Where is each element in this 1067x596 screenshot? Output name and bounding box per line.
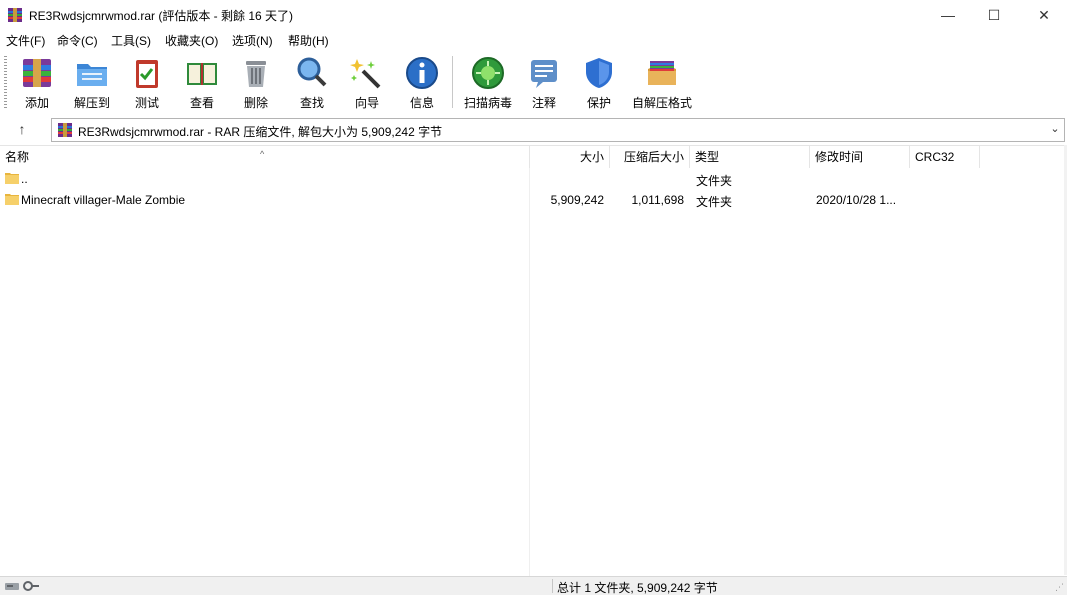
test-label: 测试 [134,96,159,110]
add-button[interactable]: 添加 [15,53,59,111]
virus-scan-icon [472,57,504,89]
item-modified: 2020/10/28 1... [816,193,897,207]
chevron-down-icon[interactable]: ⌄ [1048,122,1062,138]
delete-button[interactable]: 删除 [234,53,278,111]
sfx-label: 自解压格式 [631,96,692,110]
list-item[interactable]: .. 文件夹 [0,169,1064,190]
toolbar-grip [4,56,7,108]
folder-icon [5,173,19,184]
extract-folder-icon [77,64,107,86]
item-packed: 1,011,698 [631,193,685,207]
comment-icon [531,60,557,88]
column-modified[interactable]: 修改时间 [810,146,910,168]
comment-label: 注释 [531,96,556,110]
sort-up-icon: ^ [260,149,265,159]
status-bar: 总计 1 文件夹, 5,909,242 字节 ⋰ [0,576,1067,595]
item-name: Minecraft villager-Male Zombie [21,193,186,207]
shield-icon [586,58,612,88]
view-book-icon [187,63,217,85]
path-field[interactable]: RE3Rwdsjcmrwmod.rar - RAR 压缩文件, 解包大小为 5,… [51,118,1065,142]
column-crc[interactable]: CRC32 [910,146,980,168]
test-clipboard-icon [136,60,158,88]
file-list: 名称 ^ 大小 压缩后大小 类型 修改时间 CRC32 .. 文件夹 Minec… [0,145,1064,576]
resize-grip-icon[interactable]: ⋰ [1055,582,1064,593]
status-summary: 总计 1 文件夹, 5,909,242 字节 [557,581,718,595]
maximize-button[interactable]: ☐ [971,0,1017,30]
winrar-icon [8,8,22,22]
menu-help[interactable]: 帮助(H) [288,32,329,49]
magnifier-icon [297,57,327,87]
scan-virus-button[interactable]: 扫描病毒 [460,53,516,111]
trash-icon [246,61,266,87]
extract-to-label: 解压到 [73,96,110,110]
window-title: RE3Rwdsjcmrwmod.rar (評估版本 - 剩餘 16 天了) [29,9,294,23]
view-label: 查看 [189,96,214,110]
find-label: 查找 [299,96,324,110]
menu-tools[interactable]: 工具(S) [111,32,151,49]
column-size[interactable]: 大小 [530,146,610,168]
info-label: 信息 [409,96,434,110]
find-button[interactable]: 查找 [290,53,334,111]
protect-label: 保护 [586,96,611,110]
add-label: 添加 [24,96,49,110]
title-bar: RE3Rwdsjcmrwmod.rar (評估版本 - 剩餘 16 天了) — … [0,0,1067,30]
column-name[interactable]: 名称 ^ [0,146,530,168]
info-icon [406,57,438,89]
magic-wand-icon [350,59,381,89]
extract-to-button[interactable]: 解压到 [68,53,116,111]
comment-button[interactable]: 注释 [522,53,566,111]
add-archive-icon [23,59,51,87]
close-button[interactable]: ✕ [1021,0,1067,30]
delete-label: 删除 [243,96,268,110]
column-packed[interactable]: 压缩后大小 [610,146,690,168]
status-divider [552,579,553,593]
sfx-archive-icon [648,61,676,85]
item-size: 5,909,242 [550,193,604,207]
menu-options[interactable]: 选项(N) [232,32,273,49]
view-button[interactable]: 查看 [178,53,226,111]
column-divider [529,168,530,576]
folder-icon [5,194,19,205]
protect-button[interactable]: 保护 [577,53,621,111]
menu-favorites[interactable]: 收藏夹(O) [165,32,218,49]
path-text: RE3Rwdsjcmrwmod.rar - RAR 压缩文件, 解包大小为 5,… [78,125,443,139]
toolbar-separator [452,56,456,108]
sfx-button[interactable]: 自解压格式 [628,53,696,111]
info-button[interactable]: 信息 [400,53,444,111]
menu-commands[interactable]: 命令(C) [57,32,98,49]
wizard-button[interactable]: 向导 [345,53,389,111]
test-button[interactable]: 测试 [125,53,169,111]
up-arrow-icon[interactable]: ↑ [12,121,32,139]
menu-bar: 文件(F) 命令(C) 工具(S) 收藏夹(O) 选项(N) 帮助(H) [0,30,1067,49]
column-name-label: 名称 [5,150,30,164]
address-bar: ↑ RE3Rwdsjcmrwmod.rar - RAR 压缩文件, 解包大小为 … [0,116,1067,144]
toolbar: 添加 解压到 测试 查看 删除 查找 向导 信息 扫描病毒 注释 保护 自解压格… [0,50,1067,114]
drive-key-icon [5,581,39,591]
list-item[interactable]: Minecraft villager-Male Zombie 5,909,242… [0,190,1064,211]
column-type[interactable]: 类型 [690,146,810,168]
winrar-icon [58,123,72,137]
wizard-label: 向导 [354,96,379,110]
menu-file[interactable]: 文件(F) [6,32,45,49]
item-name: .. [21,172,28,186]
scan-virus-label: 扫描病毒 [463,96,512,110]
minimize-button[interactable]: — [925,0,971,30]
item-type: 文件夹 [696,195,733,209]
item-type: 文件夹 [696,174,733,188]
